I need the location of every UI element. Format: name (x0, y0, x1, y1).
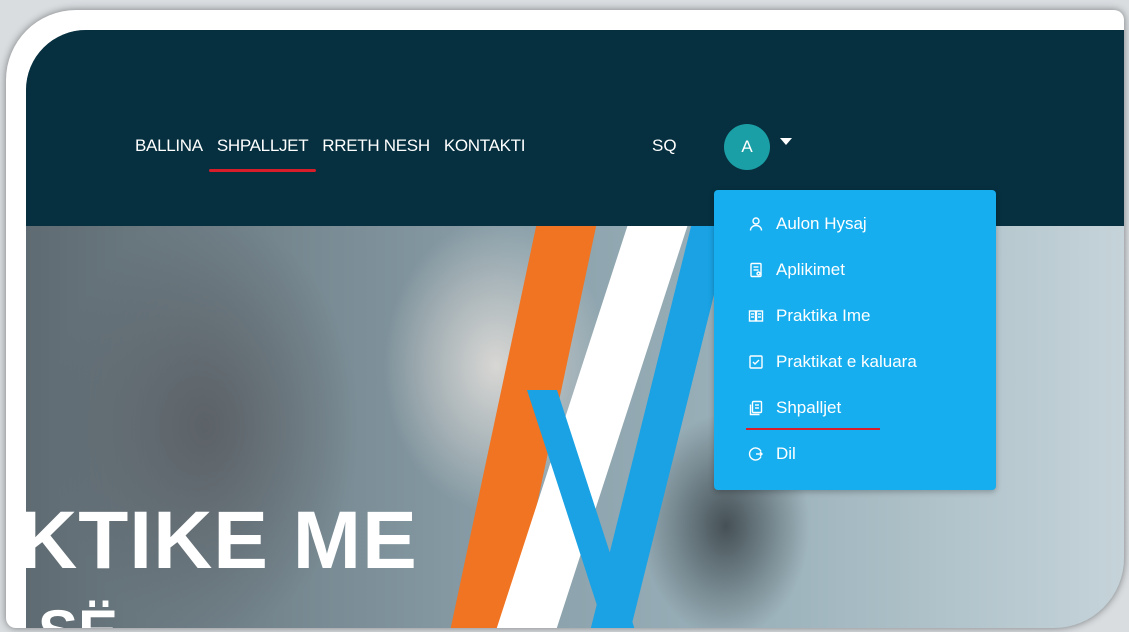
menu-item-label: Praktika Ime (776, 306, 871, 325)
nav-item-shpalljet[interactable]: SHPALLJET (208, 136, 317, 172)
page: KTIKE ME SË BALLINA SHPALLJET RRETH NESH… (26, 30, 1124, 628)
book-icon (748, 308, 764, 324)
menu-item-label: Dil (776, 444, 796, 463)
menu-item-label: Aulon Hysaj (776, 214, 867, 233)
logout-icon (748, 446, 764, 462)
menu-item-label: Praktikat e kaluara (776, 352, 917, 371)
caret-down-icon[interactable] (780, 138, 792, 145)
avatar[interactable]: A (724, 124, 770, 170)
menu-item-label: Aplikimet (776, 260, 845, 279)
screenshot-frame: KTIKE ME SË BALLINA SHPALLJET RRETH NESH… (6, 10, 1124, 628)
menu-item-aplikimet[interactable]: Aplikimet (748, 260, 845, 280)
hero-heading: KTIKE ME (26, 495, 418, 586)
menu-item-praktikat-e-kaluara[interactable]: Praktikat e kaluara (748, 352, 917, 372)
nav-item-rreth-nesh[interactable]: RRETH NESH (322, 136, 430, 166)
hero-subheading: SË (38, 602, 118, 629)
copy-icon (748, 400, 764, 416)
user-dropdown-menu: Aulon Hysaj Aplikimet Praktika Ime Prakt… (714, 190, 996, 490)
menu-item-dil[interactable]: Dil (748, 444, 796, 464)
checkbox-icon (748, 354, 764, 370)
user-icon (748, 216, 764, 232)
language-selector[interactable]: SQ (652, 136, 677, 156)
menu-item-label: Shpalljet (776, 398, 842, 417)
nav-links: BALLINA SHPALLJET RRETH NESH KONTAKTI (135, 136, 539, 172)
nav-item-kontakti[interactable]: KONTAKTI (444, 136, 526, 166)
menu-item-shpalljet[interactable]: Shpalljet (748, 398, 841, 418)
menu-item-profile[interactable]: Aulon Hysaj (748, 214, 867, 234)
active-underline (746, 428, 880, 430)
nav-item-ballina[interactable]: BALLINA (135, 136, 203, 166)
document-icon (748, 262, 764, 278)
menu-item-praktika-ime[interactable]: Praktika Ime (748, 306, 870, 326)
